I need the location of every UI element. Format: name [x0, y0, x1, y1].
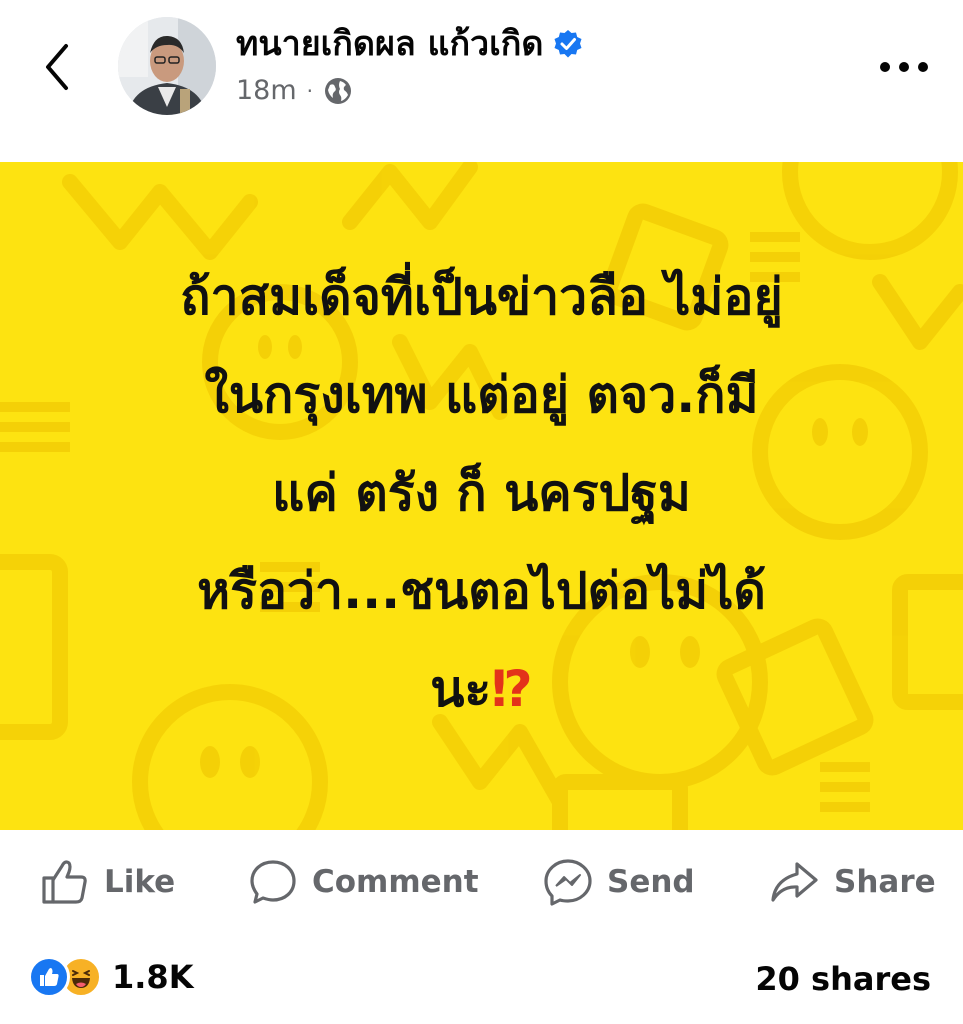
author-row: ทนายเกิดผล แก้วเกิด	[236, 22, 583, 66]
meta-separator: ·	[306, 79, 314, 103]
more-dot-icon	[880, 62, 890, 72]
share-label: Share	[834, 864, 936, 900]
back-button[interactable]	[38, 40, 78, 94]
comment-bubble-icon	[250, 860, 296, 904]
post-image[interactable]: ถ้าสมเด็จที่เป็นข่าวลือ ไม่อยู่ ในกรุงเท…	[0, 162, 963, 830]
post-actions: Like Comment Send Share	[0, 842, 963, 922]
post-text-line: ในกรุงเทพ แต่อยู่ ตจว.ก็มี	[204, 366, 759, 424]
more-dot-icon	[918, 62, 928, 72]
comment-label: Comment	[312, 864, 479, 900]
post-header: ทนายเกิดผล แก้วเกิด 18m ·	[0, 0, 963, 140]
verified-badge-icon	[554, 30, 582, 58]
shares-count[interactable]: 20 shares	[755, 960, 931, 998]
post-text-line: นะ	[430, 660, 492, 718]
messenger-icon	[544, 859, 592, 906]
like-reaction-icon	[28, 956, 70, 998]
like-button[interactable]: Like	[40, 858, 175, 906]
post-text: ถ้าสมเด็จที่เป็นข่าวลือ ไม่อยู่ ในกรุงเท…	[40, 248, 923, 738]
chevron-left-icon	[46, 44, 68, 90]
more-options-button[interactable]	[876, 52, 932, 82]
post-text-line: ถ้าสมเด็จที่เป็นข่าวลือ ไม่อยู่	[180, 268, 783, 326]
share-button[interactable]: Share	[768, 858, 936, 906]
send-button[interactable]: Send	[543, 858, 695, 906]
reactions-summary[interactable]: 1.8K	[28, 956, 193, 998]
comment-button[interactable]: Comment	[248, 858, 479, 906]
post-text-line-last: นะ⁉	[40, 640, 923, 738]
send-label: Send	[607, 864, 695, 900]
post-footer: 1.8K 20 shares	[0, 940, 963, 1016]
avatar[interactable]	[118, 17, 216, 115]
globe-icon[interactable]	[323, 76, 353, 106]
timestamp[interactable]: 18m	[236, 74, 297, 108]
more-dot-icon	[899, 62, 909, 72]
thumbs-up-icon	[42, 860, 87, 904]
like-label: Like	[104, 864, 176, 900]
exclamation-question-icon: ⁉	[491, 660, 533, 718]
share-arrow-icon	[771, 862, 818, 902]
post-meta: 18m ·	[236, 74, 353, 108]
post-text-line: แค่ ตรัง ก็ นครปฐม	[272, 464, 691, 522]
reaction-count: 1.8K	[112, 958, 194, 996]
author-name[interactable]: ทนายเกิดผล แก้วเกิด	[236, 22, 543, 66]
post-text-line: หรือว่า...ชนตอไปต่อไม่ได้	[197, 562, 766, 620]
